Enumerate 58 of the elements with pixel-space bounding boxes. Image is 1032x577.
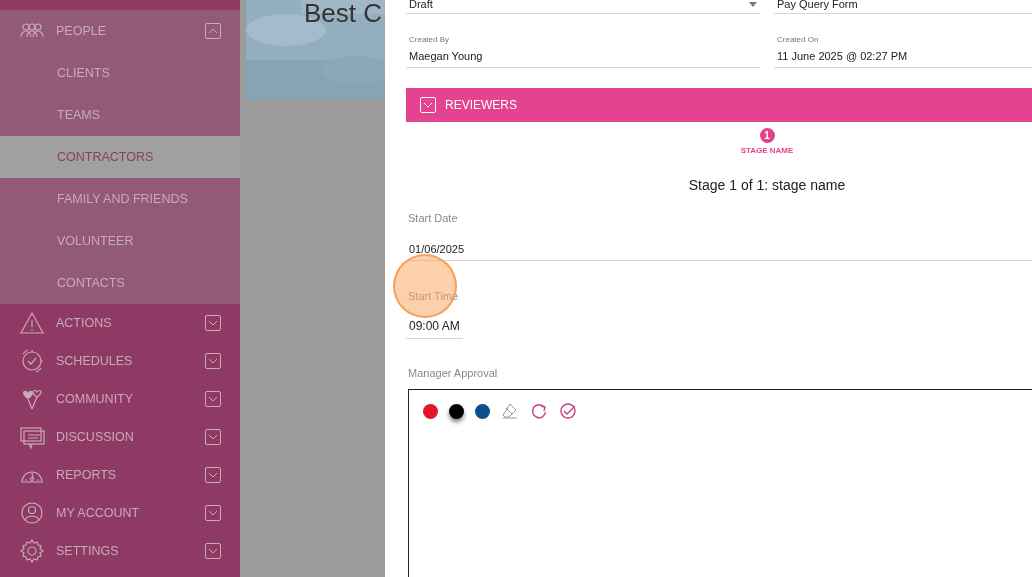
- created-on-field[interactable]: 11 June 2025 @ 02:27 PM: [774, 45, 1032, 68]
- sidebar-item[interactable]: PEOPLE: [0, 10, 240, 52]
- chevron-down-icon: [208, 472, 218, 478]
- date-field[interactable]: 01/06/2025: [406, 240, 1032, 261]
- sidebar-item[interactable]: ACTIONS: [0, 304, 240, 342]
- caret-icon: [749, 1, 757, 7]
- clock-icon: [19, 349, 45, 373]
- chevron-up-icon: [208, 28, 218, 34]
- page-heading: Best C: [304, 0, 383, 30]
- field-label: Created By: [408, 33, 451, 46]
- sidebar-subitem[interactable]: CONTACTS: [0, 262, 240, 304]
- sidebar-subitem[interactable]: CONTRACTORS: [0, 136, 240, 178]
- sidebar-item[interactable]: SETTINGS: [0, 532, 240, 570]
- expand-toggle[interactable]: [205, 391, 221, 407]
- user-icon: [19, 501, 45, 525]
- sidebar-subitem[interactable]: FAMILY AND FRIENDS: [0, 178, 240, 220]
- pen-color-swatch[interactable]: [449, 403, 464, 419]
- sidebar-subitem[interactable]: VOLUNTEER: [0, 220, 240, 262]
- stage-title: Stage 1 of 1: stage name: [687, 176, 847, 195]
- chevron-down-icon: [208, 510, 218, 516]
- step-label: STAGE NAME: [740, 145, 794, 157]
- sidebar-subitem[interactable]: TEAMS: [0, 94, 240, 136]
- sidebar-item[interactable]: SCHEDULES: [0, 342, 240, 380]
- reviewers-bar[interactable]: REVIEWERS: [406, 88, 1032, 122]
- chevron-down-icon: [208, 358, 218, 364]
- sidebar-item[interactable]: DISCUSSION: [0, 418, 240, 456]
- status-dropdown[interactable]: Draft: [406, 0, 760, 14]
- sidebar-item[interactable]: MY ACCOUNT: [0, 494, 240, 532]
- chevron-down-icon: [423, 102, 433, 108]
- expand-toggle[interactable]: [205, 543, 221, 559]
- check-circle-icon[interactable]: [559, 402, 577, 420]
- step-number[interactable]: 1: [759, 128, 775, 143]
- sidebar-subitem[interactable]: CLIENTS: [0, 52, 240, 94]
- pen-color-swatch[interactable]: [475, 403, 490, 419]
- expand-toggle[interactable]: [205, 315, 221, 331]
- chevron-down-icon: [208, 434, 218, 440]
- field-label: Start Date: [407, 211, 459, 226]
- field-label: Manager Approval: [407, 365, 499, 381]
- form-name-field[interactable]: Pay Query Form: [774, 0, 1032, 14]
- expand-toggle[interactable]: [205, 429, 221, 445]
- collapse-toggle[interactable]: [205, 23, 221, 39]
- chat-icon: [19, 425, 45, 449]
- chevron-down-icon: [208, 320, 218, 326]
- settings-icon: [19, 539, 45, 563]
- created-by-field[interactable]: Maegan Young: [406, 45, 760, 68]
- sidebar-item[interactable]: REPORTS: [0, 456, 240, 494]
- redo-icon[interactable]: [530, 402, 548, 420]
- time-field[interactable]: 09:00 AM: [406, 316, 463, 339]
- pen-color-swatch[interactable]: [423, 403, 438, 419]
- field-label: Created On: [776, 33, 820, 46]
- chevron-down-icon: [208, 548, 218, 554]
- sidebar-item[interactable]: COMMUNITY: [0, 380, 240, 418]
- expand-toggle[interactable]: [205, 467, 221, 483]
- warning-icon: [19, 311, 45, 335]
- eraser-icon[interactable]: [501, 402, 519, 420]
- expand-toggle[interactable]: [205, 353, 221, 369]
- chevron-down-icon: [208, 396, 218, 402]
- expand-toggle[interactable]: [205, 505, 221, 521]
